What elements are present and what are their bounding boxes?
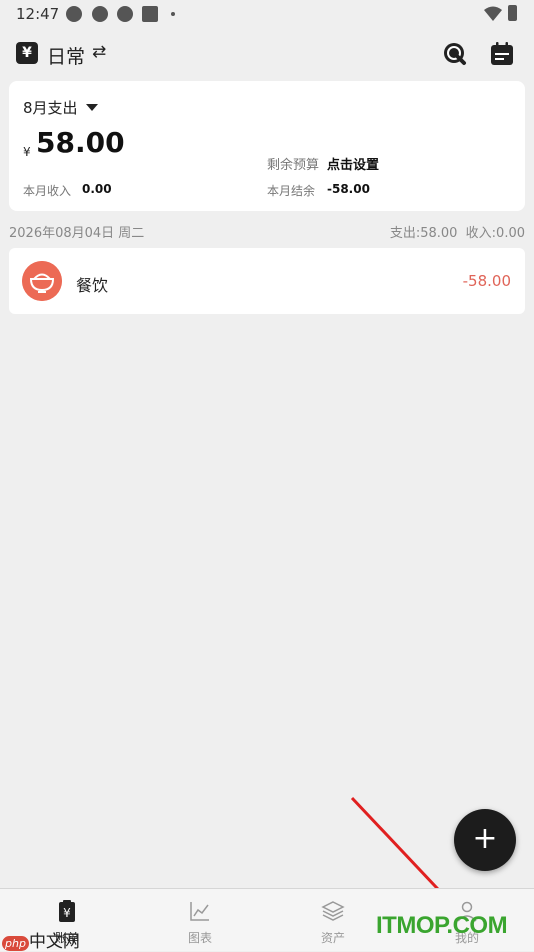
set-budget-link[interactable]: 点击设置 bbox=[327, 154, 379, 173]
ledger-book-icon[interactable]: ¥ bbox=[16, 42, 38, 64]
caret-down-icon bbox=[85, 104, 98, 111]
transaction-amount: -58.00 bbox=[462, 272, 511, 290]
svg-text:¥: ¥ bbox=[63, 906, 71, 920]
monthly-income-label: 本月收入 bbox=[23, 184, 72, 198]
monthly-income-value: 0.00 bbox=[82, 182, 112, 196]
wifi-icon bbox=[484, 6, 502, 21]
battery-icon bbox=[508, 5, 517, 21]
remaining-budget-label: 剩余预算 bbox=[267, 158, 320, 173]
monthly-summary-card: 8月支出 ¥ 58.00 剩余预算 点击设置 本月收入 0.00 本月结余 -5… bbox=[9, 81, 525, 211]
nav-tab-charts[interactable]: 图表 bbox=[133, 889, 267, 951]
currency-symbol: ¥ bbox=[23, 145, 31, 159]
itmop-watermark: ITMOP.COM bbox=[376, 912, 508, 939]
month-selector[interactable]: 8月支出 bbox=[23, 97, 98, 118]
bill-icon: ¥ bbox=[59, 900, 75, 922]
rice-bowl-icon bbox=[22, 261, 62, 301]
monthly-balance-label: 本月结余 bbox=[267, 184, 316, 198]
php-watermark: php 中文网 bbox=[2, 927, 80, 952]
more-notifications-dot bbox=[171, 12, 175, 16]
switch-ledger-icon[interactable]: ⇄ bbox=[92, 42, 106, 62]
transaction-category: 餐饮 bbox=[76, 276, 109, 295]
status-time: 12:47 bbox=[16, 5, 60, 23]
notification-icon bbox=[66, 6, 82, 22]
nav-label-charts: 图表 bbox=[187, 931, 212, 945]
notification-icon bbox=[117, 6, 133, 22]
search-icon[interactable] bbox=[443, 42, 467, 66]
status-bar: 12:47 bbox=[0, 0, 534, 28]
layers-icon bbox=[321, 901, 345, 921]
php-badge: php bbox=[2, 936, 29, 951]
monthly-balance-value: -58.00 bbox=[327, 182, 370, 196]
notification-icon bbox=[92, 6, 108, 22]
calendar-icon[interactable] bbox=[489, 41, 515, 67]
day-totals: 支出:58.00 收入:0.00 bbox=[389, 226, 525, 241]
chart-icon bbox=[190, 902, 209, 921]
app-bar: ¥ 日常 ⇄ bbox=[0, 28, 534, 80]
month-label: 8月支出 bbox=[23, 99, 78, 117]
transaction-row[interactable]: 餐饮 -58.00 bbox=[9, 248, 525, 314]
day-date: 2026年08月04日 周二 bbox=[9, 226, 145, 241]
ledger-name[interactable]: 日常 bbox=[47, 42, 85, 69]
monthly-expense-amount: 58.00 bbox=[36, 126, 125, 159]
notification-square-icon bbox=[142, 6, 158, 22]
php-watermark-text: 中文网 bbox=[28, 932, 80, 952]
